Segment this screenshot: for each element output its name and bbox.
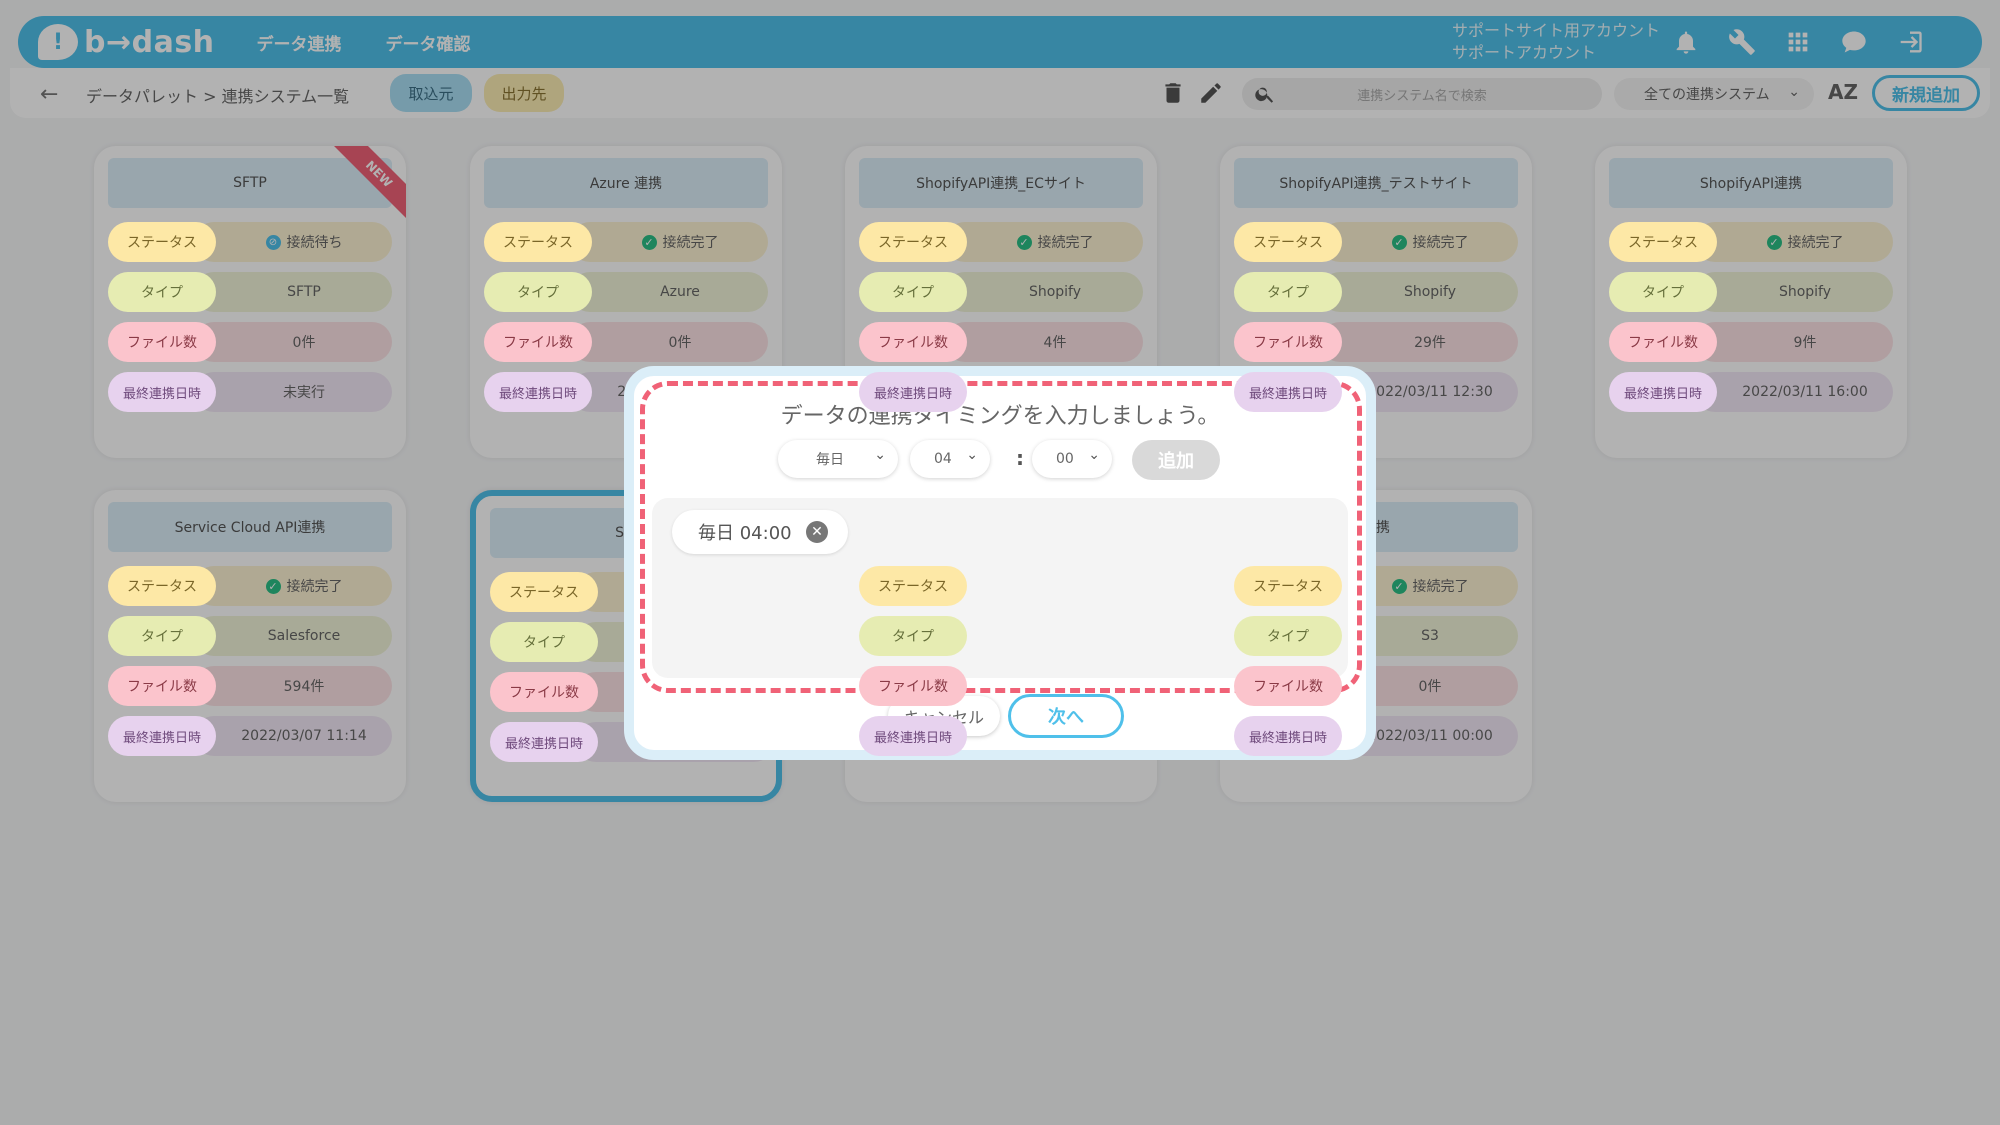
type-label: タイプ bbox=[1234, 616, 1342, 656]
type-label: タイプ bbox=[1609, 272, 1717, 312]
chevron-down-icon: ⌄ bbox=[874, 447, 886, 463]
type-label: タイプ bbox=[859, 272, 967, 312]
type-label: タイプ bbox=[859, 616, 967, 656]
type-label: タイプ bbox=[484, 272, 592, 312]
type-label: タイプ bbox=[108, 272, 216, 312]
time-separator: : bbox=[1016, 446, 1024, 470]
date-label: 最終連携日時 bbox=[1609, 372, 1717, 412]
minute-value: 00 bbox=[1056, 451, 1074, 467]
type-label: タイプ bbox=[108, 616, 216, 656]
status-label: ステータス bbox=[484, 222, 592, 262]
files-label: ファイル数 bbox=[484, 322, 592, 362]
remove-icon[interactable]: ✕ bbox=[806, 521, 828, 543]
date-label: 最終連携日時 bbox=[1234, 716, 1342, 756]
type-label: タイプ bbox=[1234, 272, 1342, 312]
files-label: ファイル数 bbox=[108, 322, 216, 362]
timing-chip: 毎日 04:00 ✕ bbox=[672, 510, 848, 554]
chevron-down-icon: ⌄ bbox=[966, 447, 978, 463]
type-label: タイプ bbox=[490, 622, 598, 662]
files-label: ファイル数 bbox=[108, 666, 216, 706]
status-label: ステータス bbox=[1234, 566, 1342, 606]
files-label: ファイル数 bbox=[1234, 666, 1342, 706]
files-label: ファイル数 bbox=[1234, 322, 1342, 362]
status-label: ステータス bbox=[1609, 222, 1717, 262]
files-label: ファイル数 bbox=[1609, 322, 1717, 362]
status-label: ステータス bbox=[108, 222, 216, 262]
date-label: 最終連携日時 bbox=[484, 372, 592, 412]
status-label: ステータス bbox=[108, 566, 216, 606]
timing-chip-label: 毎日 04:00 bbox=[698, 523, 792, 544]
files-label: ファイル数 bbox=[490, 672, 598, 712]
next-button[interactable]: 次へ bbox=[1008, 694, 1124, 738]
date-label: 最終連携日時 bbox=[859, 716, 967, 756]
frequency-value: 毎日 bbox=[816, 452, 844, 468]
status-label: ステータス bbox=[859, 566, 967, 606]
hour-value: 04 bbox=[934, 451, 952, 467]
files-label: ファイル数 bbox=[859, 322, 967, 362]
add-timing-button[interactable]: 追加 bbox=[1132, 440, 1220, 480]
status-label: ステータス bbox=[1234, 222, 1342, 262]
date-label: 最終連携日時 bbox=[490, 722, 598, 762]
chevron-down-icon: ⌄ bbox=[1088, 447, 1100, 463]
date-label: 最終連携日時 bbox=[108, 372, 216, 412]
minute-select[interactable]: 00 ⌄ bbox=[1032, 440, 1112, 478]
frequency-select[interactable]: 毎日 ⌄ bbox=[778, 440, 898, 478]
hour-select[interactable]: 04 ⌄ bbox=[910, 440, 990, 478]
files-label: ファイル数 bbox=[859, 666, 967, 706]
status-label: ステータス bbox=[490, 572, 598, 612]
date-label: 最終連携日時 bbox=[1234, 372, 1342, 412]
status-label: ステータス bbox=[859, 222, 967, 262]
date-label: 最終連携日時 bbox=[108, 716, 216, 756]
date-label: 最終連携日時 bbox=[859, 372, 967, 412]
